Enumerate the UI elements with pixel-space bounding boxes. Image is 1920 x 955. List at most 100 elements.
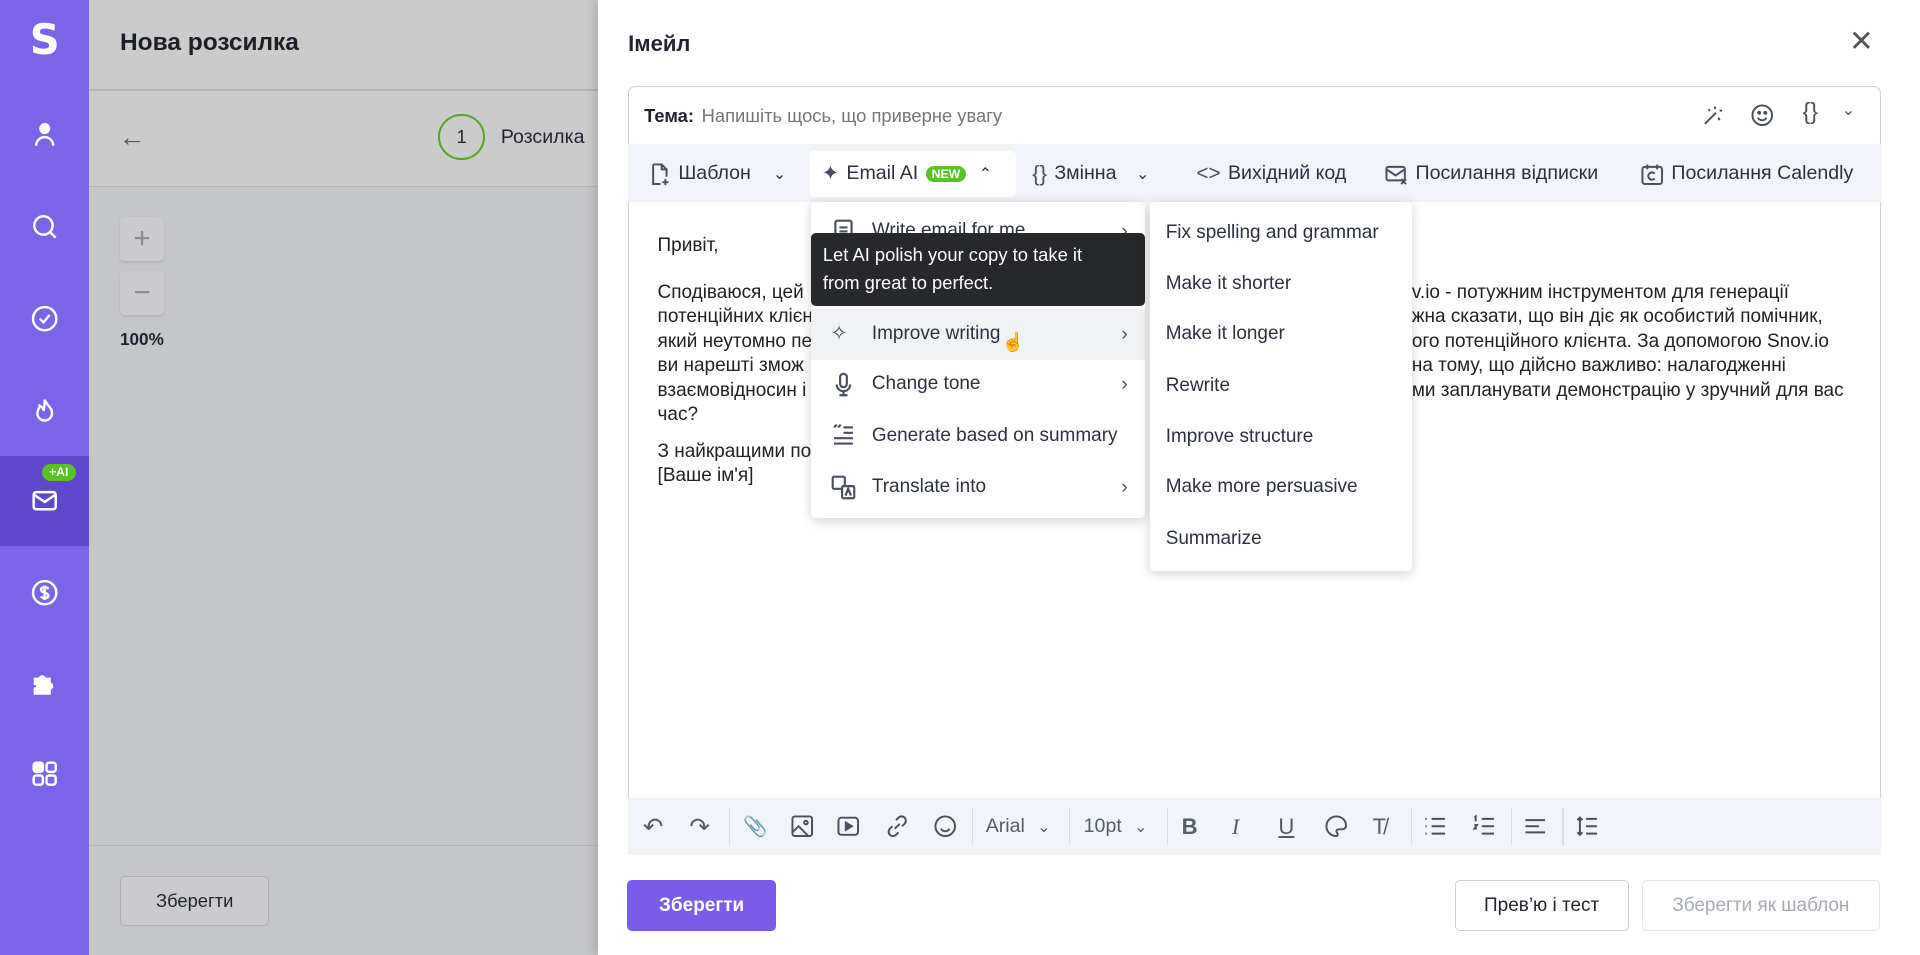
- numbered-list-icon[interactable]: [1472, 814, 1496, 838]
- chevron-right-icon: ›: [1121, 475, 1128, 498]
- divider: [972, 808, 974, 845]
- hand-cursor-icon: ☝: [1001, 330, 1025, 352]
- body-signoff[interactable]: З найкращими по: [658, 441, 812, 463]
- save-button[interactable]: Зберегти: [626, 880, 777, 931]
- puzzle-icon[interactable]: [0, 638, 89, 729]
- body-line[interactable]: потенційних клієн: [658, 306, 813, 328]
- redo-icon[interactable]: ↷: [689, 812, 710, 841]
- font-family-value: Arial: [985, 815, 1025, 838]
- tooltip-line: from great to perfect.: [822, 272, 994, 294]
- logo: S: [29, 14, 60, 64]
- template-button[interactable]: Шаблон ⌄: [647, 152, 786, 196]
- translate-icon: [831, 475, 856, 500]
- menu-item-change-tone[interactable]: Change tone ›: [811, 359, 1145, 410]
- source-code-button[interactable]: <> Вихідний код: [1196, 152, 1346, 196]
- palette-icon[interactable]: [1324, 814, 1348, 838]
- variable-braces-icon[interactable]: {}: [1802, 98, 1818, 125]
- body-line[interactable]: ми запланувати демонстрацію у зручний дл…: [1412, 380, 1844, 402]
- body-line[interactable]: ви нарешті змож: [658, 355, 804, 377]
- bold-icon[interactable]: B: [1182, 812, 1198, 841]
- page-save-button[interactable]: Зберегти: [120, 875, 270, 926]
- zoom-out-button[interactable]: −: [120, 270, 165, 315]
- clear-format-icon[interactable]: T̸: [1373, 812, 1386, 841]
- underline-icon[interactable]: U: [1278, 812, 1294, 841]
- close-icon[interactable]: ✕: [1849, 24, 1874, 59]
- font-size-select[interactable]: 10pt ⌄: [1084, 812, 1148, 841]
- line-height-icon[interactable]: [1575, 814, 1599, 838]
- menu-item-label: Generate based on summary: [871, 424, 1118, 446]
- body-line[interactable]: жна сказати, що він діє як особистий пом…: [1412, 306, 1823, 328]
- calendly-label: Посилання Calendly: [1671, 162, 1854, 185]
- menu-item-translate[interactable]: Translate into ›: [811, 462, 1145, 513]
- emoji-icon[interactable]: [1750, 103, 1774, 127]
- italic-icon[interactable]: I: [1232, 812, 1239, 841]
- image-icon[interactable]: [790, 814, 814, 838]
- chevron-down-icon[interactable]: ⌄: [1842, 100, 1855, 120]
- fire-icon[interactable]: [0, 365, 89, 456]
- divider: [89, 186, 604, 188]
- source-code-label: Вихідний код: [1227, 162, 1347, 185]
- preview-test-button[interactable]: Прев’ю і тест: [1454, 880, 1629, 931]
- body-line[interactable]: взаємовідносин і: [658, 380, 807, 402]
- unsubscribe-link-button[interactable]: Посилання відписки: [1384, 152, 1599, 196]
- chevron-up-icon: ⌃: [978, 165, 992, 183]
- back-arrow-icon[interactable]: ←: [119, 122, 146, 153]
- unsubscribe-label: Посилання відписки: [1415, 162, 1599, 185]
- attachment-icon[interactable]: 📎: [743, 812, 767, 841]
- tasks-icon[interactable]: [0, 273, 89, 364]
- link-icon[interactable]: [885, 814, 909, 838]
- menu-item-generate-summary[interactable]: Generate based on summary: [811, 410, 1145, 461]
- submenu-fix-spelling[interactable]: Fix spelling and grammar: [1166, 222, 1379, 244]
- bulleted-list-icon[interactable]: [1423, 814, 1447, 838]
- undo-icon[interactable]: ↶: [643, 812, 664, 841]
- chevron-down-icon: ⌄: [1136, 165, 1150, 183]
- submenu-rewrite[interactable]: Rewrite: [1166, 375, 1230, 397]
- body-line[interactable]: на тому, що дійсно важливо: налагодженні: [1412, 355, 1786, 377]
- calendly-link-button[interactable]: Посилання Calendly: [1640, 152, 1854, 196]
- body-line[interactable]: час?: [658, 404, 698, 426]
- body-greeting[interactable]: Привіт,: [658, 235, 719, 257]
- zoom-in-button[interactable]: +: [120, 216, 165, 261]
- tooltip-line: Let AI polish your copy to take it: [822, 244, 1083, 266]
- zoom-level: 100%: [120, 329, 164, 350]
- panel-title: Імейл: [628, 30, 691, 56]
- subject-input[interactable]: [701, 102, 1657, 130]
- submenu-improve-structure[interactable]: Improve structure: [1166, 426, 1314, 448]
- emoji-icon[interactable]: [933, 814, 957, 838]
- divider: [1410, 808, 1412, 845]
- magic-wand-icon[interactable]: [1700, 103, 1724, 127]
- email-ai-label: Email AI: [846, 162, 919, 185]
- chevron-down-icon: ⌄: [1037, 818, 1051, 836]
- step-label: Розсилка: [500, 126, 585, 149]
- save-as-template-button[interactable]: Зберегти як шаблон: [1642, 880, 1880, 931]
- body-line[interactable]: ого потенційного клієнта. За допомогою S…: [1412, 331, 1829, 353]
- body-line[interactable]: v.io - потужним інструментом для генерац…: [1412, 282, 1789, 304]
- submenu-make-longer[interactable]: Make it longer: [1166, 323, 1285, 345]
- divider: [89, 89, 604, 91]
- contacts-icon[interactable]: [0, 89, 89, 180]
- divider: [1511, 808, 1513, 845]
- font-family-select[interactable]: Arial ⌄: [986, 812, 1051, 841]
- subject-label: Тема:: [644, 105, 695, 127]
- dollar-icon[interactable]: [0, 547, 89, 638]
- search-icon[interactable]: [0, 181, 89, 272]
- summary-icon: [833, 424, 854, 446]
- video-icon[interactable]: [836, 814, 860, 838]
- divider: [1562, 808, 1564, 845]
- body-signature[interactable]: [Ваше ім'я]: [658, 465, 754, 487]
- submenu-make-shorter[interactable]: Make it shorter: [1166, 273, 1291, 295]
- divider: [1166, 808, 1169, 845]
- menu-item-improve-writing[interactable]: ✧ Improve writing ›: [810, 308, 1145, 360]
- calendar-icon: [1641, 164, 1663, 185]
- body-line[interactable]: Сподіваюся, цей: [658, 282, 804, 304]
- variable-button[interactable]: {} Змінна ⌄: [1032, 152, 1149, 196]
- email-ai-button[interactable]: ✦ Email AI NEW ⌃: [822, 152, 992, 196]
- new-badge: NEW: [925, 165, 967, 183]
- align-left-icon[interactable]: [1523, 814, 1547, 838]
- chevron-right-icon: ›: [1121, 322, 1128, 345]
- improve-writing-submenu: Fix spelling and grammar Make it shorter…: [1149, 202, 1412, 571]
- submenu-summarize[interactable]: Summarize: [1166, 528, 1262, 550]
- apps-icon[interactable]: [0, 729, 89, 820]
- body-line[interactable]: який неутомно пе: [658, 331, 813, 353]
- submenu-more-persuasive[interactable]: Make more persuasive: [1166, 476, 1358, 498]
